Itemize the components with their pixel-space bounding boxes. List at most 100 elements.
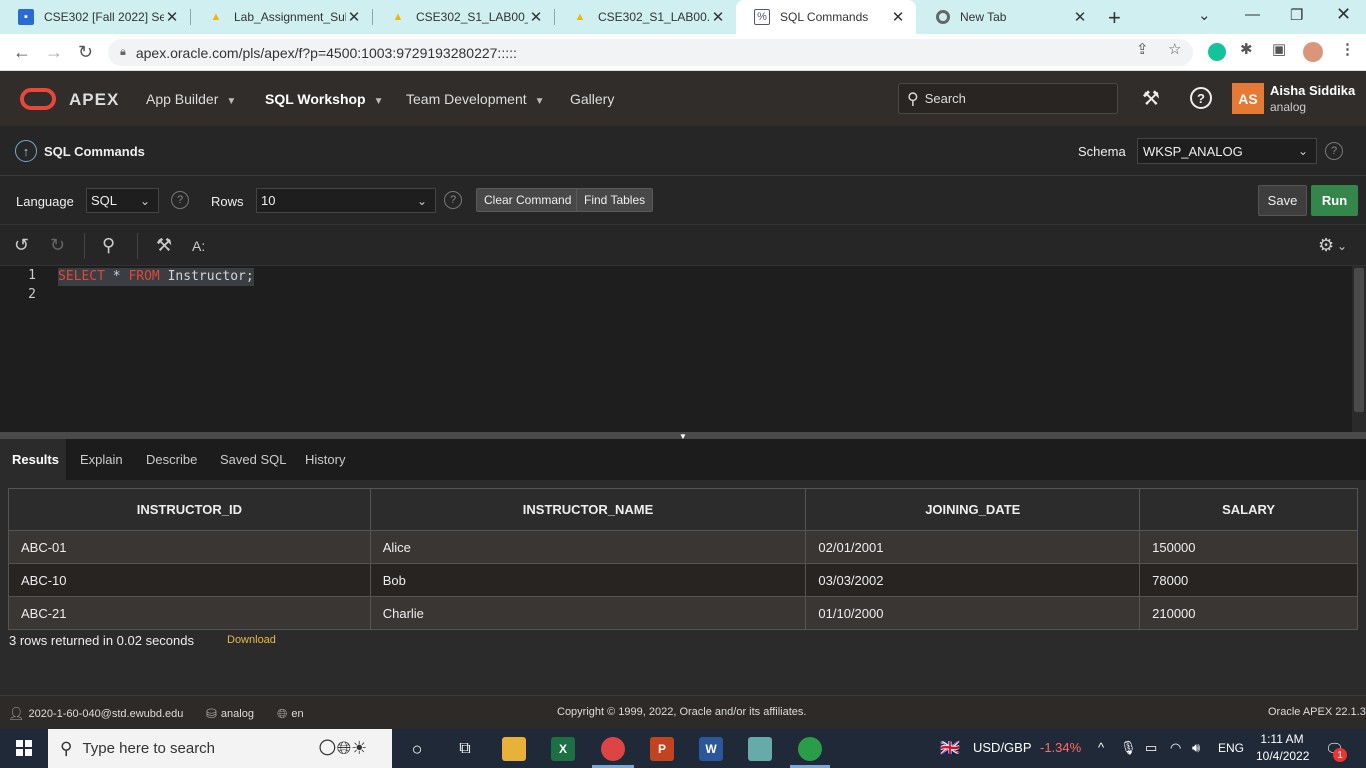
taskbar-search-input[interactable]: ⚲ Type here to search 🌕︎🌐︎☀: [48, 729, 392, 768]
restore-icon[interactable]: ❐: [1290, 6, 1303, 24]
hammer-icon[interactable]: ⚒: [156, 235, 172, 256]
close-tab-icon[interactable]: ✕: [346, 8, 362, 26]
new-tab-icon[interactable]: +: [1108, 5, 1121, 31]
find-tables-button[interactable]: Find Tables: [576, 188, 654, 212]
extensions-icon[interactable]: ✱: [1240, 40, 1253, 58]
help-icon[interactable]: ?: [1190, 87, 1212, 109]
footer-workspace[interactable]: ⛁ analog: [206, 706, 254, 722]
reload-icon[interactable]: ↻: [78, 42, 93, 63]
footer-user[interactable]: 👤︎ 2020-1-60-040@std.ewubd.edu: [8, 706, 183, 722]
user-avatar[interactable]: AS: [1232, 83, 1264, 114]
currency-change[interactable]: -1.34%: [1040, 740, 1081, 755]
task-view-icon[interactable]: ⧉: [453, 737, 477, 761]
search-icon[interactable]: ⚲: [102, 235, 115, 256]
table-cell: 02/01/2001: [805, 530, 1141, 564]
download-link[interactable]: Download: [227, 634, 276, 646]
browser-tab-strip: ▪ CSE302 [Fall 2022] Sec ✕ ▲ Lab_Assignm…: [0, 0, 1366, 34]
powerpoint-icon[interactable]: P: [650, 737, 674, 761]
save-button[interactable]: Save: [1258, 185, 1307, 216]
nav-gallery[interactable]: Gallery: [570, 91, 614, 107]
browser-tab[interactable]: ▪ CSE302 [Fall 2022] Sec ✕: [0, 0, 190, 34]
microphone-icon[interactable]: 🎙︎: [1120, 740, 1137, 756]
volume-icon[interactable]: 🔊︎: [1192, 740, 1200, 756]
close-tab-icon[interactable]: ✕: [890, 8, 906, 26]
table-cell: Alice: [369, 530, 807, 564]
back-icon[interactable]: ←: [13, 42, 31, 63]
settings-gear-icon[interactable]: ⚙: [1318, 235, 1334, 256]
battery-icon[interactable]: ▭: [1145, 740, 1157, 756]
rows-select[interactable]: 10 ⌄: [256, 188, 436, 213]
profile-avatar[interactable]: [1303, 42, 1323, 62]
tab-history[interactable]: History: [305, 439, 345, 480]
redo-icon[interactable]: ↻: [50, 235, 65, 256]
apex-search-input[interactable]: ⚲ Search: [898, 83, 1118, 114]
tab-describe[interactable]: Describe: [146, 439, 197, 480]
language-help-icon[interactable]: ?: [171, 191, 189, 209]
close-tab-icon[interactable]: ✕: [164, 8, 180, 26]
run-button[interactable]: Run: [1311, 185, 1358, 216]
sql-editor[interactable]: 1 2 SELECT * FROM Instructor;: [0, 266, 1366, 432]
nav-team-development[interactable]: Team Development ▼: [406, 91, 545, 107]
tab-search-icon[interactable]: ⌄: [1198, 6, 1211, 24]
browser-tab[interactable]: New Tab ✕: [918, 0, 1098, 34]
chrome-profile-icon[interactable]: [798, 737, 822, 761]
administration-icon[interactable]: ⚒: [1142, 86, 1160, 111]
windows-start-icon[interactable]: [16, 740, 32, 756]
excel-icon[interactable]: X: [551, 737, 575, 761]
minimize-icon[interactable]: —: [1245, 6, 1260, 23]
apex-logo-text[interactable]: APEX: [69, 90, 119, 110]
font-size-icon[interactable]: A:: [192, 238, 205, 254]
rows-help-icon[interactable]: ?: [444, 191, 462, 209]
forward-icon[interactable]: →: [45, 42, 63, 63]
notes-app-icon[interactable]: [748, 737, 772, 761]
column-header: JOINING_DATE: [805, 488, 1141, 531]
pane-splitter[interactable]: ▼: [0, 432, 1366, 441]
schema-select[interactable]: WKSP_ANALOG ⌄: [1137, 138, 1317, 164]
chevron-down-icon: ⌄: [416, 193, 427, 208]
close-tab-icon[interactable]: ✕: [710, 8, 726, 26]
menu-kebab-icon[interactable]: ⋮: [1340, 40, 1355, 58]
tab-saved-sql[interactable]: Saved SQL: [220, 439, 287, 480]
word-icon[interactable]: W: [699, 737, 723, 761]
oracle-logo-icon[interactable]: [20, 88, 56, 110]
url-field[interactable]: 🔒︎ apex.oracle.com/pls/apex/f?p=4500:100…: [108, 39, 1193, 66]
close-tab-icon[interactable]: ✕: [1072, 8, 1088, 26]
lock-icon: 🔒︎: [120, 46, 126, 58]
editor-scrollbar[interactable]: [1352, 266, 1366, 432]
chevron-down-icon[interactable]: ⌄: [1337, 239, 1347, 253]
close-window-icon[interactable]: ✕: [1336, 4, 1351, 25]
show-hidden-icons-icon[interactable]: ^: [1098, 740, 1104, 755]
nav-app-builder[interactable]: App Builder ▼: [146, 91, 236, 107]
taskbar-clock[interactable]: 1:11 AM 10/4/2022: [1256, 731, 1309, 765]
table-cell: 78000: [1139, 563, 1358, 597]
up-arrow-icon[interactable]: ↑: [15, 140, 37, 162]
browser-tab-active[interactable]: % SQL Commands ✕: [736, 0, 916, 34]
side-panel-icon[interactable]: ▣: [1272, 40, 1286, 58]
nav-sql-workshop[interactable]: SQL Workshop ▼: [265, 91, 384, 107]
close-tab-icon[interactable]: ✕: [528, 8, 544, 26]
cortana-icon[interactable]: ○: [405, 737, 429, 761]
schema-help-icon[interactable]: ?: [1325, 142, 1343, 160]
chrome-icon[interactable]: [601, 737, 625, 761]
user-name[interactable]: Aisha Siddika: [1270, 83, 1355, 98]
share-icon[interactable]: ⇪: [1136, 40, 1149, 58]
browser-tab[interactable]: ▲ Lab_Assignment_Subm ✕: [190, 0, 372, 34]
input-language[interactable]: ENG: [1218, 741, 1244, 755]
clear-command-button[interactable]: Clear Command: [476, 188, 580, 212]
undo-icon[interactable]: ↺: [14, 235, 29, 256]
table-cell: 03/03/2002: [805, 563, 1141, 597]
code-line[interactable]: SELECT * FROM Instructor;: [58, 268, 254, 286]
table-row: ABC-01 Alice 02/01/2001 150000: [8, 530, 1358, 564]
language-select[interactable]: SQL ⌄: [86, 188, 159, 213]
browser-tab[interactable]: ▲ CSE302_S1_LAB00.sql ✕: [554, 0, 736, 34]
wifi-icon[interactable]: ◠: [1170, 740, 1181, 756]
browser-tab[interactable]: ▲ CSE302_S1_LAB00_Exe ✕: [372, 0, 554, 34]
command-toolbar: Language SQL ⌄ ? Rows 10 ⌄ ? Clear Comma…: [0, 176, 1366, 224]
currency-pair[interactable]: USD/GBP: [973, 740, 1032, 755]
file-explorer-icon[interactable]: [502, 737, 526, 761]
grammarly-icon[interactable]: [1208, 43, 1226, 61]
footer-language[interactable]: 🌐︎ en: [277, 706, 304, 722]
tab-explain[interactable]: Explain: [80, 439, 123, 480]
tab-results[interactable]: Results: [0, 439, 66, 480]
bookmark-star-icon[interactable]: ☆: [1168, 40, 1181, 58]
